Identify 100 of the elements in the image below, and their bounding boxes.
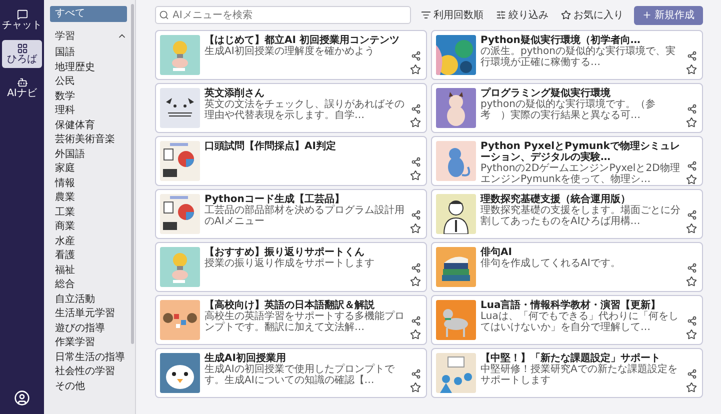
filter-icon bbox=[496, 10, 506, 20]
category-item[interactable]: 生活単元学習 bbox=[50, 307, 127, 322]
share-icon[interactable] bbox=[686, 51, 696, 61]
menu-card[interactable]: 俳句AI 俳句を作成してくれるAIです。 bbox=[430, 242, 702, 292]
category-item[interactable]: 社会性の学習 bbox=[50, 365, 127, 380]
card-description: 理数探究基礎の支援をします。場面ごとに分割してあったものをAIひろば用構… bbox=[480, 205, 680, 227]
category-item[interactable]: 数学 bbox=[50, 90, 127, 104]
star-icon[interactable] bbox=[686, 329, 697, 340]
rail-tab[interactable]: AIナビ bbox=[2, 74, 42, 102]
card-title: Python疑似実行環境（初学者向… bbox=[480, 35, 640, 46]
menu-card[interactable]: Lua言語・情報科学教材・演習【更新】 Luaは、「何でもできる」代わりに「何をしてはいけないか」を自分で理解して… bbox=[430, 295, 702, 345]
category-item[interactable]: 工業 bbox=[50, 206, 127, 220]
card-description: 工芸品の部品部材を決めるプログラム設計用のAIメニュー bbox=[204, 205, 404, 227]
menu-card[interactable]: 英文添削さん 英文の文法をチェックし、誤りがあればその理由や代替表現を示します。自学… bbox=[154, 83, 426, 133]
share-icon[interactable] bbox=[410, 369, 420, 379]
card-title: Lua言語・情報科学教材・演習【更新】 bbox=[480, 300, 662, 311]
rail-tab[interactable]: ひろば bbox=[2, 40, 42, 68]
star-icon[interactable] bbox=[410, 329, 421, 340]
card-description: 俳句を作成してくれるAIです。 bbox=[480, 258, 622, 269]
user-icon[interactable] bbox=[14, 390, 30, 406]
category-item[interactable]: 自立活動 bbox=[50, 292, 127, 307]
menu-card[interactable]: 【中堅！】「新たな課題設定」サポート 中堅研修！授業研究Aでの新たな課題設定をサポートします bbox=[430, 348, 702, 398]
category-item[interactable]: 外国語 bbox=[50, 148, 127, 162]
category-item[interactable]: 総合 bbox=[50, 278, 127, 292]
card-title: Python PyxelとPymunkで物理シミュレーション、デジタルの実験… bbox=[480, 141, 680, 163]
category-item[interactable]: 看護 bbox=[50, 249, 127, 264]
menu-card[interactable]: 【はじめて】都立AI 初回授業用コンテンツ 生成AI初回授業の理解度を確かめよう bbox=[154, 30, 426, 80]
star-icon[interactable] bbox=[410, 170, 421, 181]
share-icon[interactable] bbox=[686, 210, 696, 220]
card-title: 【高校向け】英語の日本語翻訳＆解説 bbox=[204, 300, 374, 311]
category-item[interactable]: 理科 bbox=[50, 104, 127, 118]
menu-card[interactable]: 【おすすめ】振り返りサポートくん 授業の振り返り作成をサポートします bbox=[154, 242, 426, 292]
category-item[interactable]: 公民 bbox=[50, 75, 127, 90]
card-description: 生成AIの初回授業で使用したプロンプトです。生成AIについての知識の確認【… bbox=[204, 364, 396, 386]
category-item[interactable]: 情報 bbox=[50, 176, 127, 191]
card-description: pythonの疑似的な実行環境です。（参考 ）実際の実行結果と異なる可… bbox=[480, 99, 656, 121]
search-field[interactable]: AIメニューを検索 bbox=[154, 6, 410, 24]
category-item[interactable]: 保健体育 bbox=[50, 118, 127, 133]
category-item[interactable]: すべて bbox=[50, 6, 127, 22]
menu-card[interactable]: Python疑似実行環境（初学者向… の派生。pythonの疑似的な実行環境で、実行環境が正確に稼働する… bbox=[430, 30, 702, 80]
share-icon[interactable] bbox=[686, 369, 696, 379]
card-description: の派生。pythonの疑似的な実行環境で、実行環境が正確に稼働する… bbox=[480, 46, 676, 68]
sort-button[interactable]: 利用回数順 bbox=[418, 6, 486, 24]
category-group-header[interactable]: 学習 bbox=[50, 26, 127, 46]
share-icon[interactable] bbox=[410, 263, 420, 273]
share-icon[interactable] bbox=[410, 104, 420, 114]
category-item[interactable]: 地理歴史 bbox=[50, 60, 127, 75]
star-icon[interactable] bbox=[686, 117, 697, 128]
menu-card[interactable]: Python PyxelとPymunkで物理シミュレーション、デジタルの実験… Pythonの2DゲームエンジンPyxelと2D物理エンジンPymunkを使って、物理シ… bbox=[430, 136, 702, 186]
menu-card[interactable]: 口頭試問【作問採点】AI判定 bbox=[154, 136, 426, 186]
share-icon[interactable] bbox=[686, 316, 696, 326]
card-title: 口頭試問【作問採点】AI判定 bbox=[204, 141, 337, 152]
robot-icon bbox=[16, 77, 28, 88]
search-icon bbox=[158, 10, 168, 20]
grid-icon bbox=[16, 43, 28, 54]
star-icon[interactable] bbox=[686, 223, 697, 234]
favorites-button[interactable]: お気に入り bbox=[558, 6, 626, 24]
share-icon[interactable] bbox=[686, 104, 696, 114]
star-icon[interactable] bbox=[410, 276, 421, 287]
star-icon[interactable] bbox=[686, 174, 697, 185]
star-icon[interactable] bbox=[686, 382, 697, 393]
menu-card[interactable]: Pythonコード生成【工芸品】 工芸品の部品部材を決めるプログラム設計用のAIメニュー bbox=[154, 189, 426, 239]
share-icon[interactable] bbox=[686, 263, 696, 273]
category-item[interactable]: 福祉 bbox=[50, 264, 127, 278]
star-icon[interactable] bbox=[686, 276, 697, 287]
menu-card[interactable]: 生成AI初回授業用 生成AIの初回授業で使用したプロンプトです。生成AIについての知識の確認【… bbox=[154, 348, 426, 398]
star-icon[interactable] bbox=[410, 117, 421, 128]
menu-card[interactable]: プログラミング疑似実行環境 pythonの疑似的な実行環境です。（参考 ）実際の実行結果と異なる可… bbox=[430, 83, 702, 133]
category-item[interactable]: 作業学習 bbox=[50, 336, 127, 350]
menu-card[interactable]: 理数探究基礎支援（統合運用版） 理数探究基礎の支援をします。場面ごとに分割してあったものをAIひろば用構… bbox=[430, 189, 702, 239]
star-icon bbox=[560, 10, 570, 20]
star-icon[interactable] bbox=[686, 64, 697, 75]
card-title: 英文添削さん bbox=[204, 88, 266, 99]
filter-button[interactable]: 絞り込み bbox=[494, 6, 550, 24]
menu-card[interactable]: 【高校向け】英語の日本語翻訳＆解説 高校生の英語学習をサポートする多機能プロンプトです。翻訳に加えて文法解… bbox=[154, 295, 426, 345]
card-description: 授業の振り返り作成をサポートします bbox=[204, 258, 376, 269]
share-icon[interactable] bbox=[410, 51, 420, 61]
category-item[interactable]: 農業 bbox=[50, 191, 127, 206]
create-button[interactable]: 新規作成 bbox=[634, 6, 702, 24]
category-item[interactable]: 商業 bbox=[50, 220, 127, 234]
rail-tab[interactable]: チャット bbox=[2, 6, 42, 34]
category-item[interactable]: 水産 bbox=[50, 234, 127, 249]
share-icon[interactable] bbox=[686, 161, 696, 171]
card-description: 中堅研修！授業研究Aでの新たな課題設定をサポートします bbox=[480, 364, 678, 386]
category-item[interactable]: 国語 bbox=[50, 46, 127, 60]
category-item[interactable]: 家庭 bbox=[50, 162, 127, 176]
category-item[interactable]: 遊びの指導 bbox=[50, 322, 127, 336]
category-item[interactable]: その他 bbox=[50, 380, 127, 394]
card-description: Luaは、「何でもできる」代わりに「何をしてはいけないか」を自分で理解して… bbox=[480, 311, 680, 333]
share-icon[interactable] bbox=[410, 210, 420, 220]
card-title: 俳句AI bbox=[480, 247, 513, 258]
category-item[interactable]: 日常生活の指導 bbox=[50, 350, 127, 365]
share-icon[interactable] bbox=[410, 316, 420, 326]
card-description: 生成AI初回授業の理解度を確かめよう bbox=[204, 46, 376, 57]
star-icon[interactable] bbox=[410, 64, 421, 75]
star-icon[interactable] bbox=[410, 223, 421, 234]
star-icon[interactable] bbox=[410, 382, 421, 393]
category-item[interactable]: 芸術美術音楽 bbox=[50, 133, 127, 148]
share-icon[interactable] bbox=[410, 157, 420, 167]
chat-icon bbox=[16, 9, 28, 20]
